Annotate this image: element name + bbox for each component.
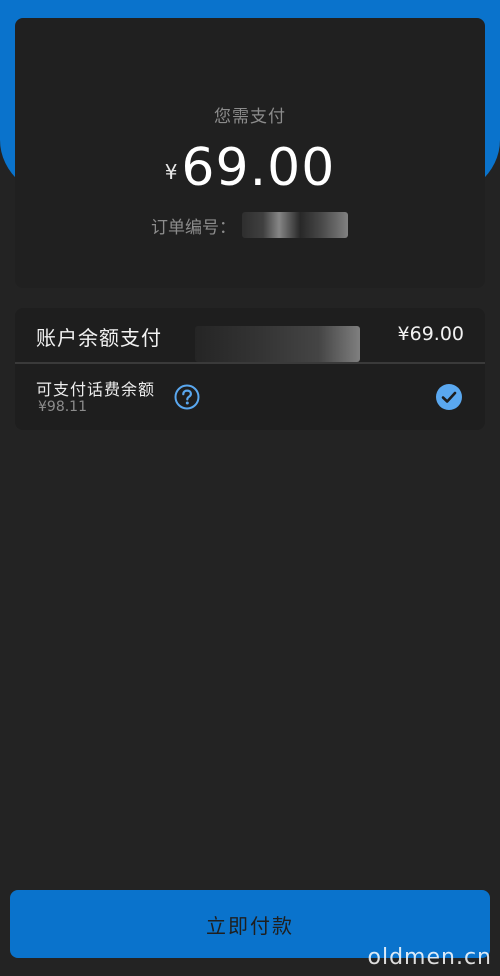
- payment-page: 您需支付 ¥69.00 订单编号： 账户余额支付 ¥69.00 可支付话费余额 …: [0, 0, 500, 976]
- balance-payment-amount: ¥69.00: [397, 323, 464, 345]
- currency-symbol: ¥: [164, 160, 178, 184]
- question-circle-icon[interactable]: [174, 384, 200, 410]
- check-circle-icon[interactable]: [435, 383, 463, 411]
- account-info-redacted: [195, 326, 360, 362]
- amount-value: 69.00: [181, 138, 336, 198]
- order-number-label: 订单编号：: [151, 217, 236, 238]
- balance-payment-title: 账户余额支付: [36, 326, 162, 350]
- watermark: oldmen.cn: [367, 945, 492, 970]
- pay-label: 您需支付: [214, 107, 286, 127]
- phone-balance-value: ¥98.11: [38, 399, 87, 415]
- payment-summary-card: 您需支付 ¥69.00 订单编号：: [15, 18, 485, 288]
- payment-amount: ¥69.00: [15, 138, 485, 198]
- order-number-row: 订单编号：: [151, 212, 348, 238]
- phone-balance-option-title[interactable]: 可支付话费余额: [36, 376, 155, 400]
- balance-payment-header: 账户余额支付 ¥69.00: [15, 308, 485, 364]
- order-number-redacted: [242, 212, 348, 238]
- balance-payment-card: 账户余额支付 ¥69.00 可支付话费余额 ¥98.11: [15, 308, 485, 430]
